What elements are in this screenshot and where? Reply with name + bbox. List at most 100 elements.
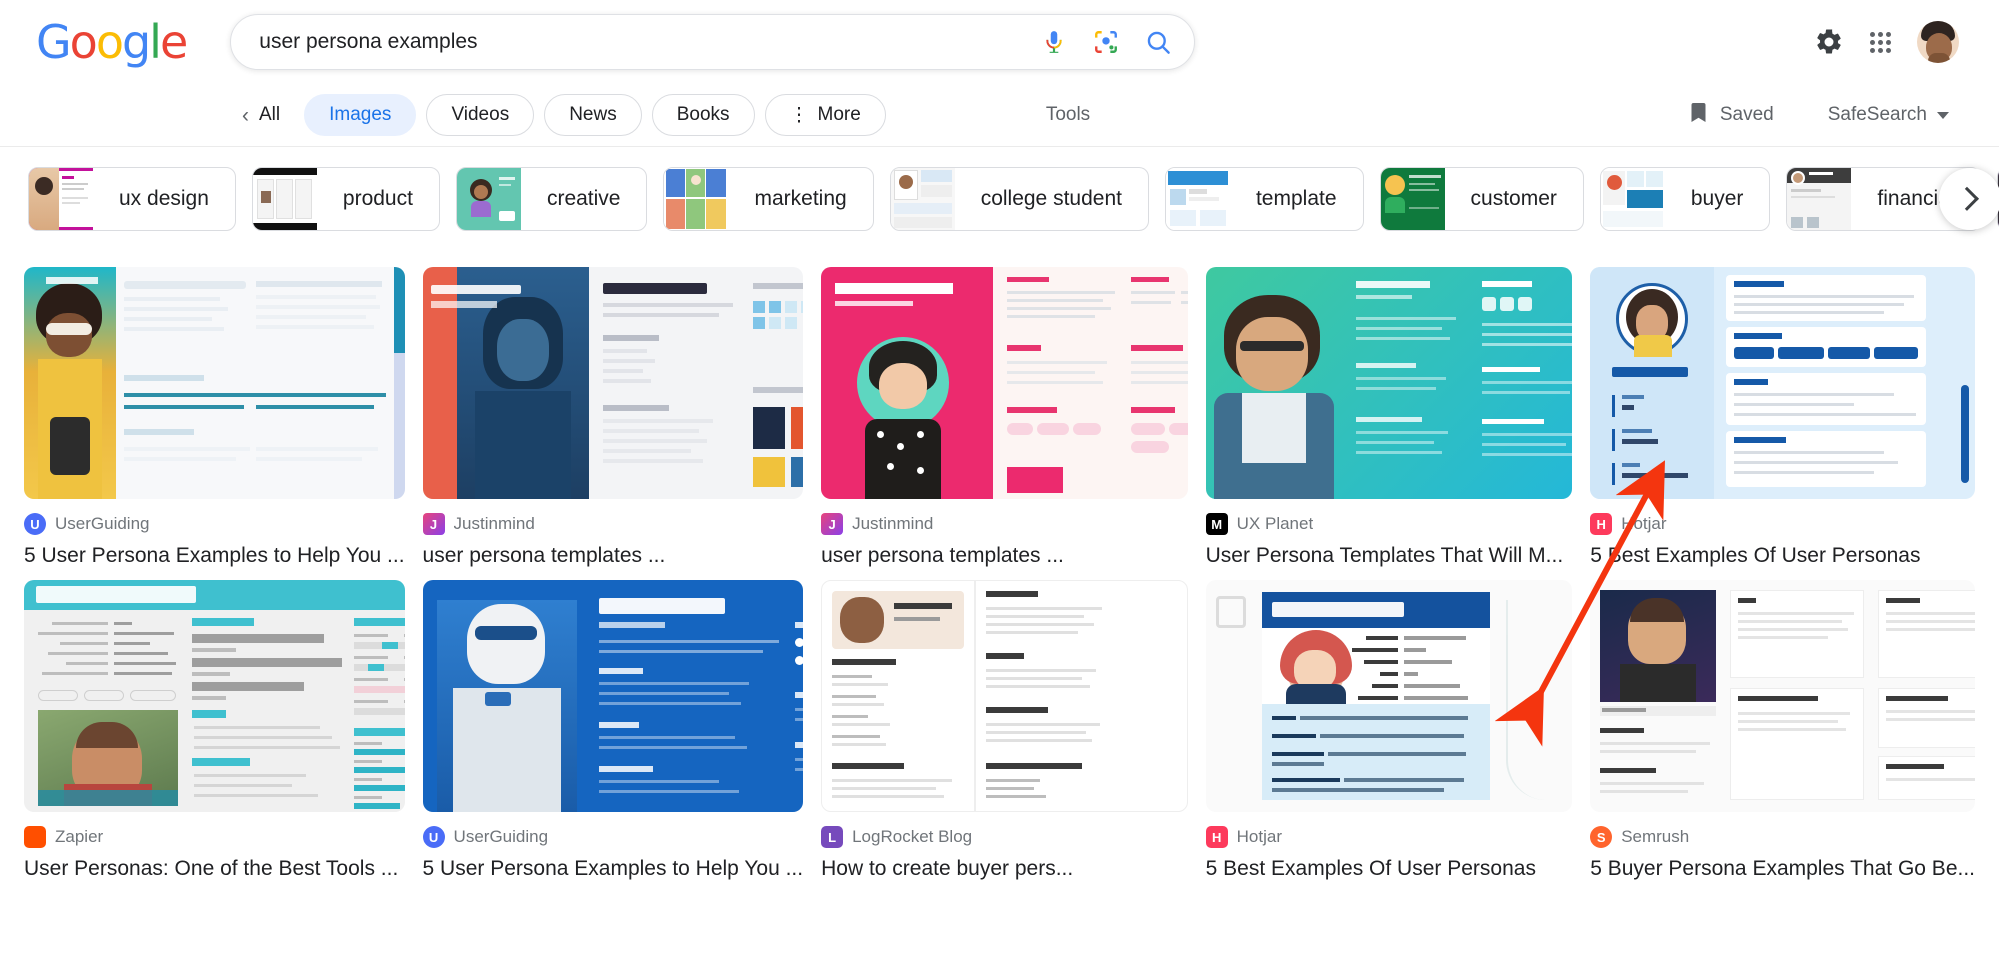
chip-thumbnail bbox=[1787, 168, 1852, 230]
source-favicon: L bbox=[821, 826, 844, 849]
result-title[interactable]: User Personas: One of the Best Tools ... bbox=[24, 855, 405, 883]
result-thumbnail[interactable] bbox=[24, 267, 405, 499]
header-actions bbox=[1814, 21, 1971, 63]
related-chip-product[interactable]: product bbox=[251, 167, 440, 231]
result-source-row: U UserGuiding bbox=[422, 826, 804, 849]
result-title[interactable]: 5 User Persona Examples to Help You ... bbox=[24, 542, 405, 570]
google-lens-icon[interactable] bbox=[1093, 29, 1119, 55]
favicon-letter: H bbox=[1211, 829, 1222, 845]
gear-icon[interactable] bbox=[1814, 27, 1844, 57]
result-card[interactable]: M UX Planet User Persona Templates That … bbox=[1205, 267, 1573, 570]
result-source: UserGuiding bbox=[453, 827, 549, 847]
favicon-letter: J bbox=[828, 516, 836, 532]
microphone-icon[interactable] bbox=[1041, 29, 1067, 55]
result-title[interactable]: 5 Best Examples Of User Personas bbox=[1590, 542, 1975, 570]
search-icon[interactable] bbox=[1145, 29, 1172, 56]
result-source: UX Planet bbox=[1236, 514, 1314, 533]
source-favicon: U bbox=[422, 826, 445, 849]
saved-button[interactable]: Saved bbox=[1689, 101, 1774, 129]
related-chip-marketing[interactable]: marketing bbox=[663, 167, 874, 231]
result-card[interactable]: Zapier User Personas: One of the Best To… bbox=[24, 580, 405, 883]
chip-label: college student bbox=[980, 187, 1122, 210]
result-card[interactable]: H Hotjar 5 Best Examples Of User Persona… bbox=[1205, 580, 1573, 883]
result-source-row: L LogRocket Blog bbox=[821, 826, 1188, 849]
result-card[interactable]: U UserGuiding 5 User Persona Examples to… bbox=[24, 267, 405, 570]
tab-images[interactable]: Images bbox=[304, 94, 417, 136]
google-logo[interactable]: Google bbox=[36, 15, 188, 69]
chip-label: customer bbox=[1470, 187, 1557, 210]
result-card[interactable]: J Justinmind user persona templates ... bbox=[821, 267, 1188, 570]
result-source: Justinmind bbox=[852, 514, 934, 533]
result-title[interactable]: User Persona Templates That Will M... bbox=[1206, 542, 1573, 570]
chip-label: creative bbox=[546, 187, 621, 210]
result-thumbnail[interactable] bbox=[422, 267, 804, 499]
result-source: Justinmind bbox=[453, 514, 535, 533]
result-card[interactable]: U UserGuiding 5 User Persona Examples to… bbox=[422, 580, 804, 883]
logo-letter: g bbox=[121, 15, 151, 69]
result-thumbnail[interactable] bbox=[821, 580, 1188, 813]
tab-videos[interactable]: Videos bbox=[426, 94, 535, 136]
result-card[interactable]: J Justinmind user persona templates ... bbox=[422, 267, 804, 570]
tab-images-label: Images bbox=[329, 104, 392, 125]
tab-all[interactable]: ‹ All bbox=[242, 104, 294, 126]
tab-news[interactable]: News bbox=[544, 94, 642, 136]
related-chip-buyer[interactable]: buyer bbox=[1599, 167, 1771, 231]
page-header: Google bbox=[0, 0, 1999, 84]
result-title[interactable]: user persona templates ... bbox=[821, 542, 1188, 570]
result-thumbnail[interactable] bbox=[24, 580, 405, 813]
result-title[interactable]: 5 Best Examples Of User Personas bbox=[1206, 855, 1573, 883]
more-vert-icon: ⋮ bbox=[789, 104, 809, 126]
user-avatar[interactable] bbox=[1917, 21, 1959, 63]
carousel-next-button[interactable] bbox=[1939, 168, 1999, 230]
chevron-left-icon: ‹ bbox=[242, 103, 249, 127]
tab-more[interactable]: ⋮ More bbox=[764, 94, 886, 136]
favicon-letter: S bbox=[1596, 829, 1606, 845]
logo-letter: G bbox=[36, 15, 72, 69]
logo-letter: o bbox=[95, 15, 124, 69]
favicon-letter: U bbox=[428, 829, 439, 845]
related-chip-creative[interactable]: creative bbox=[455, 167, 648, 231]
result-title[interactable]: 5 User Persona Examples to Help You ... bbox=[423, 855, 804, 883]
result-source-row: H Hotjar bbox=[1205, 826, 1573, 849]
tools-button[interactable]: Tools bbox=[1046, 104, 1090, 126]
chip-label: marketing bbox=[754, 187, 847, 210]
result-thumbnail[interactable] bbox=[1590, 267, 1975, 499]
result-thumbnail[interactable] bbox=[1590, 580, 1975, 813]
favicon-letter: L bbox=[828, 829, 837, 845]
nav-tabs: ‹ All Images Videos News Books ⋮ More To… bbox=[242, 94, 1090, 136]
result-card[interactable]: H Hotjar 5 Best Examples Of User Persona… bbox=[1590, 267, 1975, 570]
chip-thumbnail bbox=[1600, 168, 1665, 230]
logo-letter: l bbox=[149, 15, 162, 69]
apps-grid-icon[interactable] bbox=[1870, 31, 1891, 53]
result-title[interactable]: 5 Buyer Persona Examples That Go Be... bbox=[1590, 855, 1975, 883]
safesearch-dropdown[interactable]: SafeSearch bbox=[1828, 104, 1949, 126]
source-favicon: S bbox=[1590, 826, 1613, 849]
result-title[interactable]: How to create buyer pers... bbox=[821, 855, 1188, 883]
chip-thumbnail bbox=[29, 168, 93, 230]
related-chip-template[interactable]: template bbox=[1164, 167, 1364, 231]
result-thumbnail[interactable] bbox=[821, 267, 1188, 499]
source-favicon: H bbox=[1590, 513, 1613, 535]
search-input[interactable] bbox=[259, 30, 1028, 54]
result-thumbnail[interactable] bbox=[422, 580, 804, 813]
related-chip-college-student[interactable]: college student bbox=[889, 167, 1149, 231]
tab-books-label: Books bbox=[676, 104, 730, 125]
search-box[interactable] bbox=[230, 14, 1196, 70]
result-thumbnail[interactable] bbox=[1205, 580, 1573, 813]
chevron-down-icon bbox=[1937, 111, 1949, 119]
result-source-row: U UserGuiding bbox=[24, 513, 405, 535]
chip-label: ux design bbox=[119, 187, 209, 210]
result-source: Hotjar bbox=[1236, 827, 1282, 847]
related-chip-customer[interactable]: customer bbox=[1379, 167, 1584, 231]
related-chip-ux-design[interactable]: ux design bbox=[28, 167, 236, 231]
result-card[interactable]: S Semrush 5 Buyer Persona Examples That … bbox=[1590, 580, 1975, 883]
result-source-row: H Hotjar bbox=[1590, 513, 1975, 535]
result-thumbnail[interactable] bbox=[1205, 267, 1573, 499]
tab-all-label: All bbox=[259, 104, 281, 125]
result-card[interactable]: L LogRocket Blog How to create buyer per… bbox=[821, 580, 1188, 883]
result-title[interactable]: user persona templates ... bbox=[423, 542, 804, 570]
tab-news-label: News bbox=[569, 104, 617, 125]
favicon-letter: U bbox=[30, 516, 40, 532]
result-source-row: S Semrush bbox=[1590, 826, 1975, 849]
tab-books[interactable]: Books bbox=[651, 94, 755, 136]
